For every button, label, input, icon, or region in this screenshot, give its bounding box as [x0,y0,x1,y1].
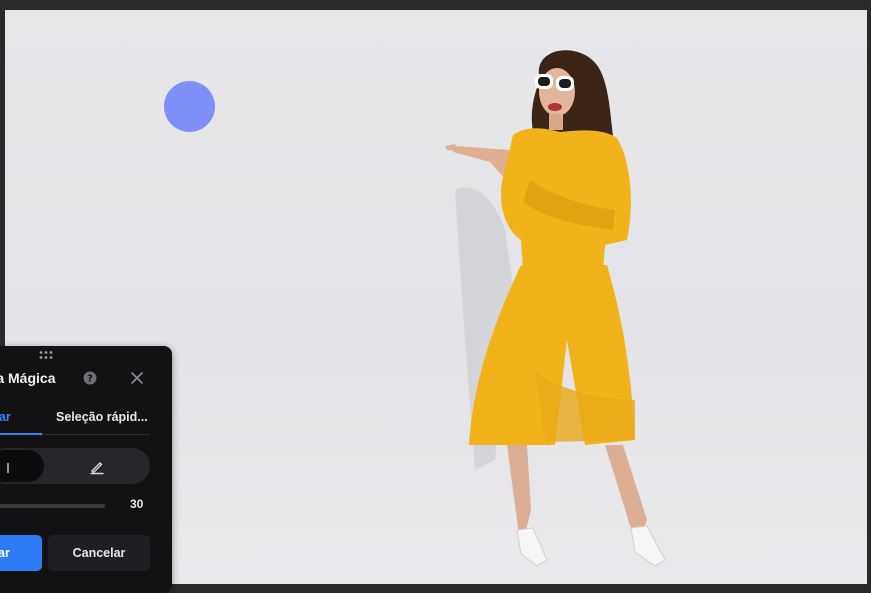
apply-button-label: ar [0,546,10,560]
brush-size-slider[interactable] [0,504,105,508]
mode-toggle [0,448,150,484]
magic-brush-panel: cha Mágica ? var Seleção rápid... 30 ar … [0,346,172,593]
help-icon[interactable]: ? [83,371,97,385]
brush-icon[interactable] [88,458,106,476]
eraser-icon [7,463,9,473]
photo-woman-yellow-outfit [445,50,666,567]
apply-button[interactable]: ar [0,535,42,571]
drag-handle-icon[interactable] [38,350,54,360]
svg-text:?: ? [87,374,93,385]
tab-divider [42,434,150,435]
tab-restore[interactable]: var [0,410,11,424]
tab-quick-selection[interactable]: Seleção rápid... [56,410,148,424]
cancel-button[interactable]: Cancelar [48,535,150,571]
panel-title: cha Mágica [0,370,56,386]
active-tab-indicator [0,433,42,435]
close-icon[interactable] [130,371,144,385]
mode-toggle-selected[interactable] [0,450,44,482]
brush-cursor [164,81,215,132]
brush-size-value: 30 [130,497,144,511]
